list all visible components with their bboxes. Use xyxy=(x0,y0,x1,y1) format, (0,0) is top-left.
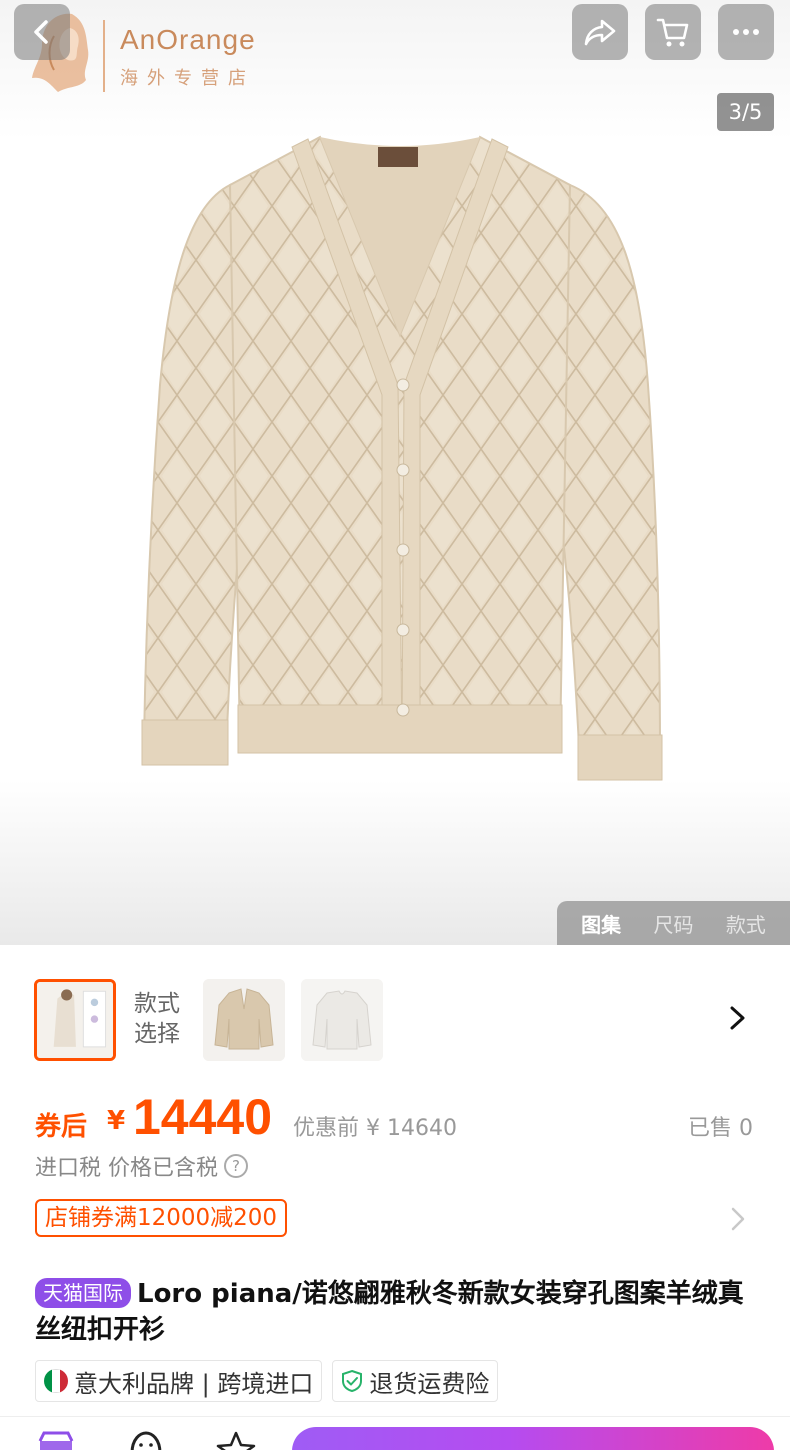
tax-text: 进口税 价格已含税 xyxy=(35,1156,218,1181)
variant-label: 款式 选择 xyxy=(134,991,180,1047)
shield-check-icon xyxy=(342,1369,363,1393)
cart-icon xyxy=(656,18,689,47)
service-tag-origin[interactable]: 意大利品牌 | 跨境进口 xyxy=(35,1360,323,1402)
product-image[interactable] xyxy=(120,125,680,805)
tax-info: 进口税 价格已含税 ? xyxy=(35,1150,248,1182)
product-gallery[interactable]: AnOrange 海外专营店 3/5 图集 尺码 款式 xyxy=(0,0,790,945)
chevron-right-icon[interactable] xyxy=(726,1003,750,1033)
more-dots-icon xyxy=(733,29,759,35)
store-divider xyxy=(103,20,105,92)
favorite-star-icon[interactable] xyxy=(216,1431,256,1450)
variant-thumb-3[interactable] xyxy=(301,979,383,1061)
share-icon xyxy=(584,19,616,46)
service-tags: 意大利品牌 | 跨境进口 退货运费险 xyxy=(35,1360,499,1402)
chevron-right-icon[interactable] xyxy=(730,1206,746,1232)
italy-flag-icon xyxy=(44,1369,68,1393)
product-title-block: 天猫国际 Loro piana/诺悠翩雅秋冬新款女装穿孔图案羊绒真丝纽扣开衫 xyxy=(35,1276,755,1348)
customer-service-icon[interactable] xyxy=(126,1431,166,1450)
tab-style[interactable]: 款式 xyxy=(726,909,766,938)
more-button[interactable] xyxy=(718,4,774,60)
image-page-counter: 3/5 xyxy=(717,93,774,131)
service-tag-return-insurance[interactable]: 退货运费险 xyxy=(332,1360,499,1402)
variant-thumb-1[interactable] xyxy=(34,979,116,1061)
cart-button[interactable] xyxy=(645,4,701,60)
store-subtitle: 海外专营店 xyxy=(120,68,255,89)
tab-gallery[interactable]: 图集 xyxy=(581,909,621,938)
variant-selector: 款式 选择 xyxy=(0,975,790,1067)
store-coupon-badge[interactable]: 店铺券满12000减200 xyxy=(35,1199,288,1237)
gallery-tabs: 图集 尺码 款式 xyxy=(557,901,790,945)
share-button[interactable] xyxy=(572,4,628,60)
tmall-global-tag: 天猫国际 xyxy=(35,1278,131,1308)
original-price: 优惠前 ¥ 14640 xyxy=(293,1116,457,1141)
sold-count: 已售 0 xyxy=(688,1116,753,1141)
price-currency: ¥ xyxy=(107,1106,126,1136)
chevron-left-icon xyxy=(34,20,48,44)
variant-thumb-2[interactable] xyxy=(203,979,285,1061)
after-coupon-label: 券后 xyxy=(35,1112,88,1142)
tab-size[interactable]: 尺码 xyxy=(653,909,693,938)
service-tag-return-text: 退货运费险 xyxy=(369,1369,490,1398)
store-icon[interactable] xyxy=(36,1431,76,1450)
store-name[interactable]: AnOrange xyxy=(120,24,256,56)
price-row: 券后 ¥ 14440 优惠前 ¥ 14640 已售 0 xyxy=(35,1088,765,1148)
help-icon[interactable]: ? xyxy=(224,1154,248,1178)
product-title: Loro piana/诺悠翩雅秋冬新款女装穿孔图案羊绒真丝纽扣开衫 xyxy=(35,1279,744,1345)
service-tag-origin-text: 意大利品牌 | 跨境进口 xyxy=(74,1369,314,1398)
back-button[interactable] xyxy=(14,4,70,60)
coupon-row[interactable]: 店铺券满12000减200 xyxy=(35,1198,288,1237)
price-amount: 14440 xyxy=(133,1089,273,1145)
bottom-action-bar xyxy=(0,1416,790,1450)
buy-buttons[interactable] xyxy=(292,1427,774,1450)
